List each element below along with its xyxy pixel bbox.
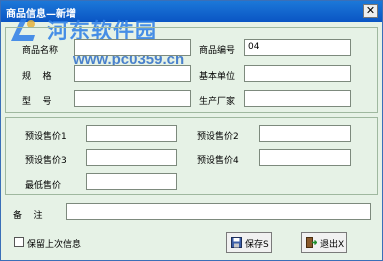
title-bar: 商品信息—新增 ✕: [1, 1, 382, 22]
spec-input[interactable]: [74, 65, 191, 82]
preset-price-3-input[interactable]: [86, 149, 177, 166]
product-code-input[interactable]: 04: [244, 39, 351, 56]
dialog-window: 商品信息—新增 ✕ 河东软件园 www.pc0359.cn 商品名称 商品编号 …: [0, 0, 383, 261]
min-price-input[interactable]: [86, 173, 177, 190]
remark-input[interactable]: [66, 203, 371, 220]
preset-price-1-input[interactable]: [86, 125, 177, 142]
exit-button[interactable]: 退出X: [301, 232, 347, 253]
keep-last-label: 保留上次信息: [27, 240, 82, 250]
manufacturer-input[interactable]: [244, 90, 351, 107]
keep-last-checkbox[interactable]: [14, 237, 24, 247]
manufacturer-label: 生产厂家: [199, 97, 236, 107]
window-title: 商品信息—新增: [6, 9, 76, 20]
product-code-label: 商品编号: [199, 46, 236, 56]
save-icon: [231, 237, 242, 248]
preset-price-2-label: 预设售价2: [197, 132, 239, 142]
preset-price-4-input[interactable]: [259, 149, 351, 166]
save-button-label: 保存S: [245, 240, 269, 250]
product-name-input[interactable]: [74, 39, 191, 56]
product-name-label: 商品名称: [22, 46, 59, 56]
model-input[interactable]: [74, 90, 191, 107]
close-icon: ✕: [365, 4, 376, 17]
preset-price-3-label: 预设售价3: [25, 156, 67, 166]
base-unit-label: 基本单位: [199, 72, 236, 82]
preset-price-2-input[interactable]: [259, 125, 351, 142]
remark-label: 备 注: [13, 211, 43, 221]
save-button[interactable]: 保存S: [226, 232, 272, 253]
preset-price-4-label: 预设售价4: [197, 156, 239, 166]
close-button[interactable]: ✕: [363, 4, 378, 18]
min-price-label: 最低售价: [25, 181, 62, 191]
spec-label: 规 格: [22, 72, 52, 82]
model-label: 型 号: [22, 97, 52, 107]
exit-button-label: 退出X: [320, 240, 345, 250]
exit-door-icon: [306, 237, 317, 248]
base-unit-input[interactable]: [244, 65, 351, 82]
preset-price-1-label: 预设售价1: [25, 132, 67, 142]
